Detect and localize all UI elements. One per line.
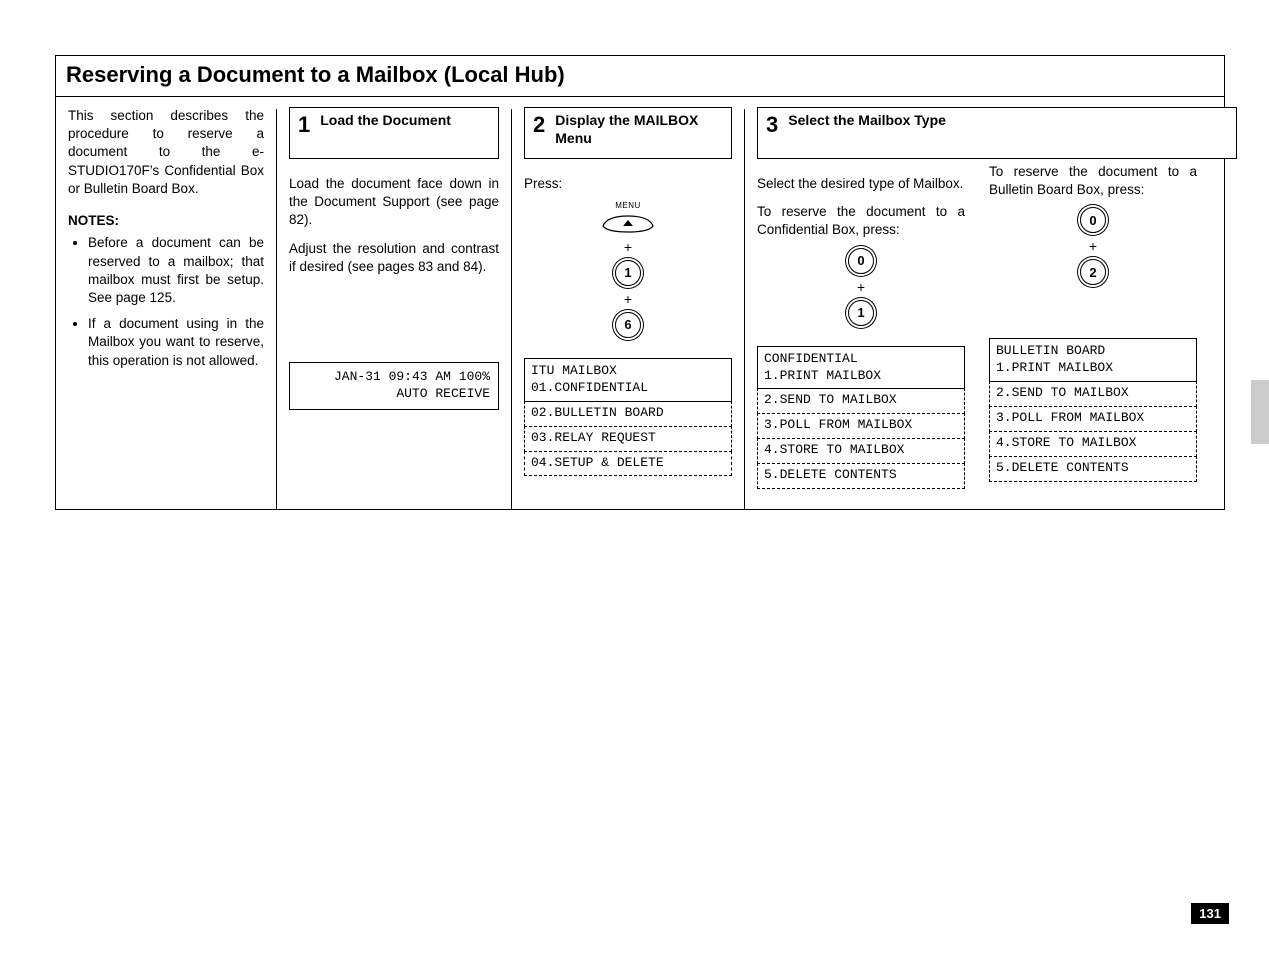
step-1-column: 1 Load the Document Load the document fa… [277, 97, 511, 509]
lcd-line: BULLETIN BOARD 1.PRINT MAILBOX [989, 338, 1197, 382]
lcd-line: 2.SEND TO MAILBOX [989, 381, 1197, 407]
lcd-line: 04.SETUP & DELETE [524, 451, 732, 477]
step-2-column: 2 Display the MAILBOX Menu Press: MENU [512, 97, 744, 509]
step-title: Select the Mailbox Type [788, 112, 946, 130]
step-3-body-1: Select the desired type of Mailbox. [757, 175, 965, 193]
note-item: Before a document can be reserved to a m… [88, 234, 264, 307]
plus-icon: + [624, 240, 632, 254]
lcd-line: 3.POLL FROM MAILBOX [757, 413, 965, 439]
intro-text: This section describes the procedure to … [68, 107, 264, 198]
content-row: This section describes the procedure to … [56, 97, 1224, 509]
key-sequence: 0 + 2 [989, 207, 1197, 285]
intro-column: This section describes the procedure to … [56, 97, 276, 509]
lcd-scroll-display: CONFIDENTIAL 1.PRINT MAILBOX 2.SEND TO M… [757, 346, 965, 489]
plus-icon: + [624, 292, 632, 306]
page-frame: Reserving a Document to a Mailbox (Local… [55, 55, 1225, 510]
lcd-line: 5.DELETE CONTENTS [757, 463, 965, 489]
step-1-header: 1 Load the Document [289, 107, 499, 159]
step-number: 3 [766, 112, 778, 136]
keypad-key-0: 0 [1080, 207, 1106, 233]
note-item: If a document using in the Mailbox you w… [88, 315, 264, 370]
step-3-header: 3 Select the Mailbox Type [757, 107, 1237, 159]
step-3-right-body: To reserve the document to a Bulletin Bo… [989, 163, 1197, 199]
document-page: Reserving a Document to a Mailbox (Local… [0, 0, 1269, 954]
menu-key-label: MENU [615, 201, 641, 212]
key-sequence: 0 + 1 [757, 248, 965, 326]
lcd-line: ITU MAILBOX 01.CONFIDENTIAL [524, 358, 732, 402]
step-1-body-1: Load the document face down in the Docum… [289, 175, 499, 230]
step-number: 2 [533, 112, 545, 136]
lcd-line: 2.SEND TO MAILBOX [757, 388, 965, 414]
keypad-key-1: 1 [848, 300, 874, 326]
keypad-key-1: 1 [615, 260, 641, 286]
thumb-index-tab [1251, 380, 1269, 444]
lcd-scroll-display: ITU MAILBOX 01.CONFIDENTIAL 02.BULLETIN … [524, 358, 732, 476]
step-3-body-2: To reserve the document to a Confidentia… [757, 203, 965, 239]
lcd-line: 02.BULLETIN BOARD [524, 401, 732, 427]
step-3-left-column: 3 Select the Mailbox Type Select the des… [745, 97, 977, 509]
page-number-badge: 131 [1191, 903, 1229, 924]
lcd-line: 03.RELAY REQUEST [524, 426, 732, 452]
lcd-line: CONFIDENTIAL 1.PRINT MAILBOX [757, 346, 965, 390]
lcd-line: 5.DELETE CONTENTS [989, 456, 1197, 482]
lcd-line: 4.STORE TO MAILBOX [757, 438, 965, 464]
step-title: Load the Document [320, 112, 451, 130]
page-title: Reserving a Document to a Mailbox (Local… [56, 56, 1224, 97]
notes-heading: NOTES: [68, 212, 264, 230]
step-1-body-2: Adjust the resolution and contrast if de… [289, 240, 499, 276]
menu-key-shape [599, 214, 657, 234]
plus-icon: + [857, 280, 865, 294]
step-title: Display the MAILBOX Menu [555, 112, 723, 147]
lcd-line: 3.POLL FROM MAILBOX [989, 406, 1197, 432]
plus-icon: + [1089, 239, 1097, 253]
step-2-header: 2 Display the MAILBOX Menu [524, 107, 732, 159]
lcd-display: JAN-31 09:43 AM 100% AUTO RECEIVE [289, 362, 499, 410]
notes-list: Before a document can be reserved to a m… [68, 234, 264, 370]
keypad-key-6: 6 [615, 312, 641, 338]
key-sequence: MENU + 1 + 6 [524, 201, 732, 338]
keypad-key-0: 0 [848, 248, 874, 274]
press-label: Press: [524, 175, 732, 193]
step-number: 1 [298, 112, 310, 136]
keypad-key-2: 2 [1080, 259, 1106, 285]
menu-key-icon: MENU [599, 201, 657, 234]
lcd-scroll-display: BULLETIN BOARD 1.PRINT MAILBOX 2.SEND TO… [989, 338, 1197, 481]
lcd-line: 4.STORE TO MAILBOX [989, 431, 1197, 457]
